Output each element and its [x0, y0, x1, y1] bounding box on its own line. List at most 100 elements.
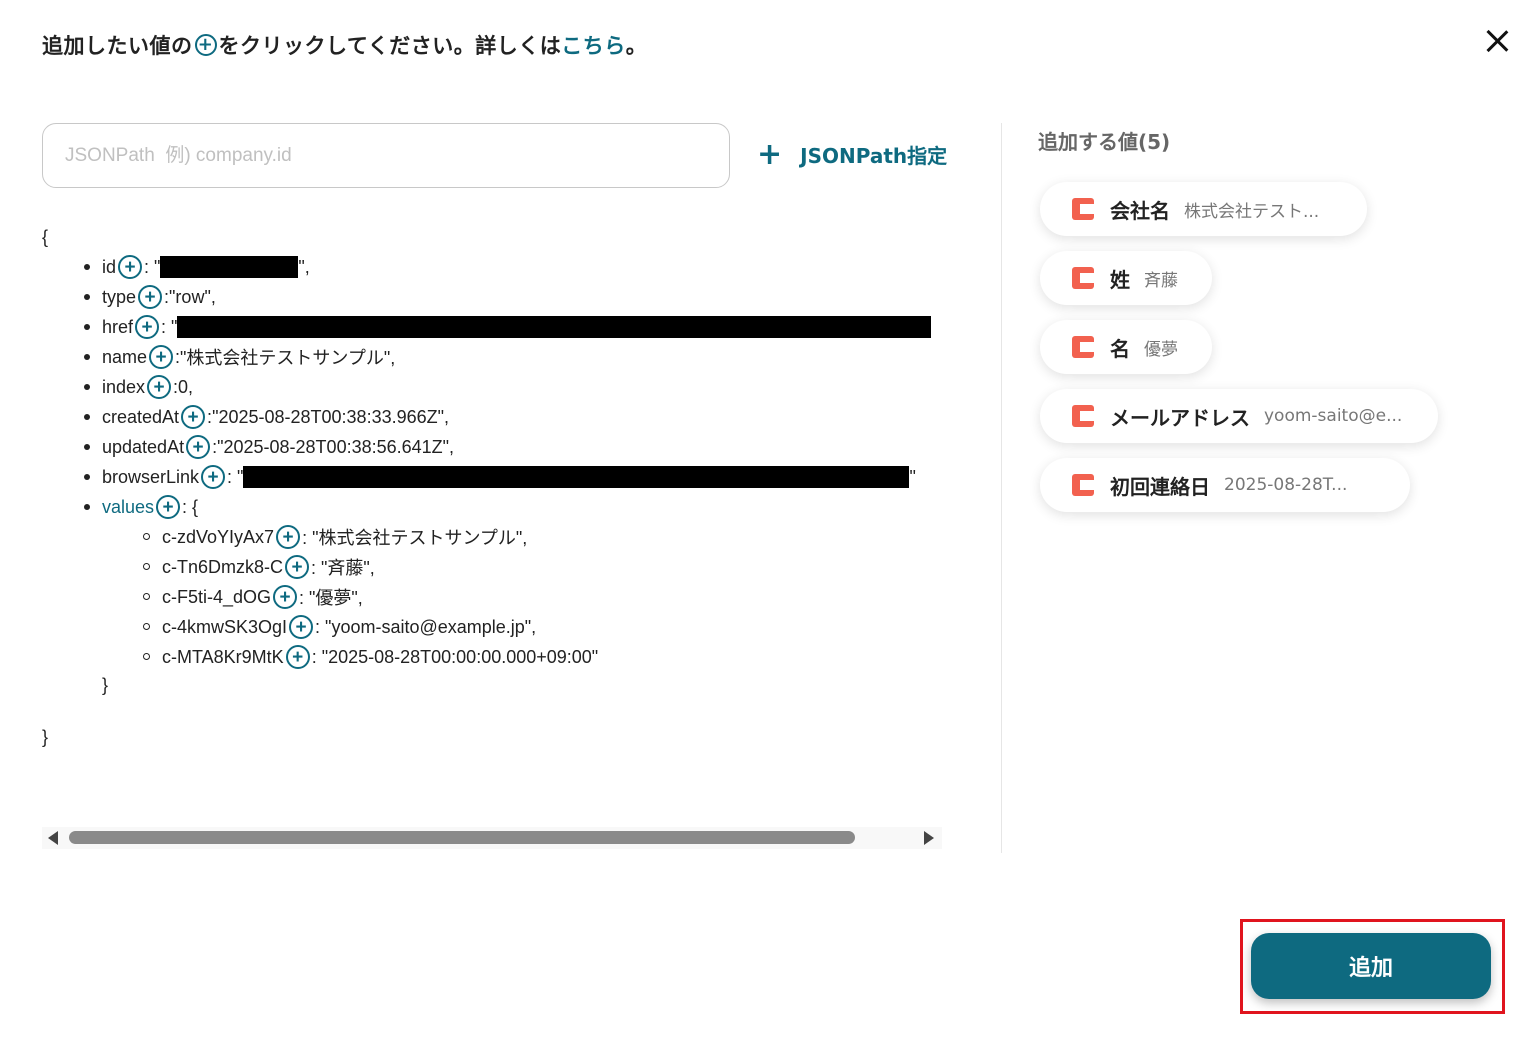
field-key: browserLink	[102, 466, 200, 487]
field-separator: : "	[161, 316, 178, 337]
add-field-icon[interactable]: +	[181, 405, 206, 429]
close-icon[interactable]	[1480, 24, 1514, 58]
add-field-icon[interactable]: +	[135, 315, 160, 339]
app-logo-icon	[1072, 474, 1094, 496]
sub-bullet	[143, 563, 150, 570]
selected-value-chip[interactable]: 名 優夢	[1040, 320, 1212, 374]
add-button[interactable]: 追加	[1251, 933, 1491, 999]
field-key: createdAt	[102, 406, 180, 427]
bullet	[84, 474, 90, 480]
field-key-link[interactable]: values	[102, 497, 154, 518]
add-field-icon[interactable]: +	[147, 375, 172, 399]
chip-value: 2025-08-28T...	[1224, 475, 1348, 495]
add-field-icon[interactable]: +	[285, 555, 310, 579]
app-logo-icon	[1072, 267, 1094, 289]
sub-bullet	[143, 653, 150, 660]
json-field-values: values + : {	[102, 492, 198, 522]
field-value: : "yoom-saito@example.jp",	[315, 616, 537, 637]
chip-label: 会社名	[1110, 198, 1170, 223]
add-field-icon[interactable]: +	[201, 465, 226, 489]
scroll-right-icon[interactable]	[924, 831, 934, 845]
add-field-icon[interactable]: +	[138, 285, 163, 309]
app-logo-icon	[1072, 405, 1094, 427]
field-value: 0,	[178, 376, 194, 397]
field-key: id	[102, 256, 117, 277]
bullet	[84, 294, 90, 300]
jsonpath-add-label: JSONPath指定	[800, 144, 948, 168]
horizontal-scrollbar[interactable]	[42, 827, 942, 849]
json-field-type: type + : "row",	[102, 282, 216, 312]
scroll-left-icon[interactable]	[48, 831, 58, 845]
chip-label: メールアドレス	[1110, 405, 1250, 430]
redacted-value	[243, 466, 910, 488]
field-value: : "2025-08-28T00:00:00.000+09:00"	[311, 646, 599, 667]
redacted-value	[177, 316, 932, 338]
json-subfield: c-MTA8Kr9MtK + : "2025-08-28T00:00:00.00…	[162, 642, 598, 672]
json-field-createdAt: createdAt + : "2025-08-28T00:38:33.966Z"…	[102, 402, 449, 432]
json-subfield: c-zdVoYIyAx7 + : "株式会社テストサンプル",	[162, 522, 527, 552]
add-field-icon[interactable]: +	[156, 495, 181, 519]
chip-value: 株式会社テスト...	[1184, 201, 1320, 222]
selected-value-chip[interactable]: メールアドレス yoom-saito@e...	[1040, 389, 1438, 443]
instruction-part-1: 追加したい値の	[42, 34, 193, 58]
field-value: : "株式会社テストサンプル",	[302, 528, 528, 548]
chip-label: 初回連絡日	[1110, 474, 1210, 499]
panel-divider	[1001, 123, 1002, 853]
bullet	[84, 504, 90, 510]
help-link[interactable]: こちら	[561, 30, 626, 60]
add-field-icon[interactable]: +	[285, 645, 310, 669]
field-key: c-F5ti-4_dOG	[162, 586, 272, 607]
field-value: : "斉藤",	[311, 558, 375, 578]
selected-value-chip[interactable]: 初回連絡日 2025-08-28T...	[1040, 458, 1410, 512]
jsonpath-input[interactable]	[42, 123, 730, 188]
bullet	[84, 264, 90, 270]
add-field-icon[interactable]: +	[186, 435, 211, 459]
selected-value-chip[interactable]: 姓 斉藤	[1040, 251, 1212, 305]
bullet	[84, 354, 90, 360]
field-key: c-MTA8Kr9MtK	[162, 646, 284, 667]
field-key: c-Tn6Dmzk8-C	[162, 556, 284, 577]
field-tail: "	[909, 466, 916, 487]
close-brace: }	[42, 727, 49, 747]
field-value: : "優夢",	[299, 588, 363, 608]
json-field-index: index + : 0,	[102, 372, 193, 402]
json-field-updatedAt: updatedAt + : "2025-08-28T00:38:56.641Z"…	[102, 432, 454, 462]
selected-value-chip[interactable]: 会社名 株式会社テスト...	[1040, 182, 1367, 236]
field-value: "株式会社テストサンプル",	[180, 348, 396, 368]
bullet	[84, 414, 90, 420]
add-field-icon[interactable]: +	[149, 345, 174, 369]
json-field-id: id + : " ",	[102, 252, 310, 282]
chip-value: 優夢	[1144, 339, 1178, 360]
field-value: "2025-08-28T00:38:56.641Z",	[217, 436, 455, 457]
json-field-href: href + : "	[102, 312, 932, 342]
add-field-icon[interactable]: +	[289, 615, 314, 639]
chip-value: yoom-saito@e...	[1264, 406, 1403, 426]
bullet	[84, 324, 90, 330]
add-field-icon[interactable]: +	[273, 585, 298, 609]
field-separator: : {	[182, 496, 199, 517]
bullet	[84, 384, 90, 390]
sub-bullet	[143, 593, 150, 600]
field-separator: : "	[227, 466, 244, 487]
field-key: href	[102, 316, 134, 337]
scroll-thumb[interactable]	[69, 831, 855, 844]
field-value: "row",	[169, 286, 216, 307]
field-separator: : "	[144, 256, 161, 277]
open-brace: {	[42, 227, 49, 247]
field-key: c-4kmwSK3OgI	[162, 616, 288, 637]
redacted-value	[160, 256, 299, 278]
add-field-icon[interactable]: +	[118, 255, 143, 279]
jsonpath-add-button[interactable]: + JSONPath指定	[757, 139, 948, 169]
field-key: index	[102, 376, 146, 397]
field-tail: ",	[298, 256, 310, 277]
json-field-name: name + : "株式会社テストサンプル",	[102, 342, 395, 372]
instruction-text: 追加したい値の + をクリックしてください。詳しくは こちら 。	[42, 30, 647, 60]
json-tree: { id + : " ", type + : "row", href + : "…	[42, 225, 947, 820]
field-key: type	[102, 286, 137, 307]
bullet	[84, 444, 90, 450]
field-key: c-zdVoYIyAx7	[162, 526, 275, 547]
json-subfield: c-4kmwSK3OgI + : "yoom-saito@example.jp"…	[162, 612, 536, 642]
instruction-part-3: 。	[625, 34, 648, 58]
add-field-icon[interactable]: +	[276, 525, 301, 549]
field-key: updatedAt	[102, 436, 185, 457]
